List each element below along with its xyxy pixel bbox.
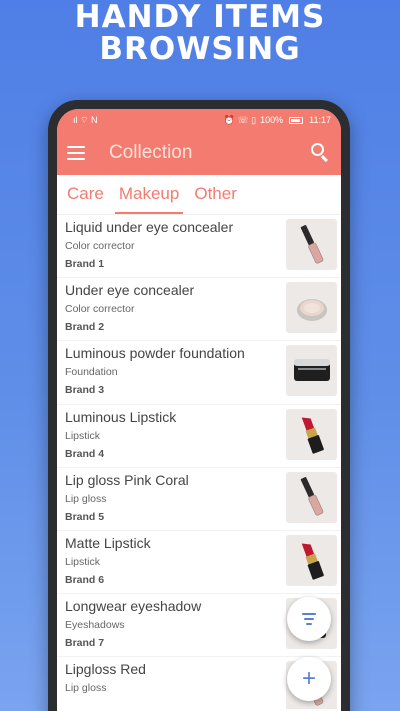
item-brand: Brand 5	[65, 510, 105, 523]
item-text: Luminous Lipstick Lipstick Brand 4	[65, 409, 176, 467]
item-category: Color corrector	[65, 240, 135, 252]
headline-line-2: BROWSING	[99, 31, 301, 67]
item-category: Color corrector	[65, 303, 135, 316]
item-name: Longwear eyeshadow	[65, 598, 202, 615]
item-thumbnail[interactable]	[286, 219, 337, 270]
item-text: Under eye concealer Color corrector Brand …	[65, 282, 194, 340]
item-brand: Brand 2	[65, 321, 105, 334]
item-name: Matte Lipstick	[65, 534, 151, 551]
battery-icon	[289, 116, 304, 124]
item-category: Lipstick	[65, 429, 101, 442]
status-icons: ⏰ ☏ ▯	[223, 114, 257, 125]
item-thumbnail[interactable]	[286, 471, 337, 523]
item-name: Luminous powder foundation	[65, 345, 245, 362]
item-brand: Brand 4	[65, 447, 105, 460]
list-item[interactable]: Luminous Lipstick Lipstick Brand 4	[57, 405, 341, 468]
list-item[interactable]: Matte Lipstick Lipstick Brand 6	[57, 531, 341, 595]
clock: 11:17	[309, 115, 331, 125]
plus-icon: +	[301, 665, 316, 692]
app-bar: Collection	[57, 131, 341, 175]
promo-headline: HANDY ITEMS BROWSING	[0, 2, 400, 66]
phone-frame: ıl ⌔ N ⏰ ☏ ▯ 100% 11:17 Collection Care M…	[48, 100, 350, 711]
item-brand: Brand 1	[65, 258, 105, 270]
item-name: Lip gloss Pink Coral	[65, 471, 189, 488]
battery-percent: 100%	[260, 115, 284, 125]
phone-screen: ıl ⌔ N ⏰ ☏ ▯ 100% 11:17 Collection Care M…	[57, 109, 341, 711]
item-category: Eyeshadows	[65, 619, 125, 632]
tab-care[interactable]: Care	[63, 175, 108, 214]
item-category: Lip gloss	[65, 682, 107, 695]
list-item[interactable]: Lip gloss Pink Coral Lip gloss Brand 5	[57, 468, 341, 531]
item-text: Lipgloss Red Lip gloss	[65, 661, 146, 711]
item-name: Liquid under eye concealer	[65, 219, 234, 235]
item-category: Lip gloss	[65, 492, 107, 505]
app-title: Collection	[109, 142, 193, 163]
item-brand: Brand 6	[65, 573, 105, 586]
item-thumbnail[interactable]	[286, 408, 337, 460]
filter-button[interactable]	[287, 597, 331, 641]
list-item[interactable]: Under eye concealer Color corrector Brand …	[57, 278, 341, 342]
item-name: Under eye concealer	[65, 282, 195, 299]
item-category: Lipstick	[65, 555, 101, 568]
item-text: Liquid under eye concealer Color correcto…	[65, 219, 233, 277]
item-thumbnail[interactable]	[286, 282, 337, 334]
item-brand: Brand 3	[65, 384, 105, 397]
category-tabs: Care Makeup Other	[57, 175, 341, 215]
item-name: Luminous Lipstick	[65, 408, 177, 425]
search-icon[interactable]	[309, 142, 331, 164]
add-item-button[interactable]: +	[287, 657, 331, 701]
item-brand: Brand 7	[65, 637, 105, 650]
item-thumbnail[interactable]	[286, 345, 337, 397]
item-name: Lipgloss Red	[65, 661, 146, 678]
tab-makeup[interactable]: Makeup	[114, 175, 184, 214]
item-text: Matte Lipstick Lipstick Brand 6	[65, 535, 151, 593]
item-text: Luminous powder foundation Foundation Bran…	[65, 345, 245, 403]
status-bar: ıl ⌔ N ⏰ ☏ ▯ 100% 11:17	[57, 109, 341, 131]
item-text: Longwear eyeshadow Eyeshadows Brand 7	[65, 598, 201, 656]
menu-icon[interactable]	[67, 146, 85, 160]
filter-icon	[301, 613, 317, 625]
headline-line-1: HANDY ITEMS	[74, 0, 326, 35]
tab-other[interactable]: Other	[190, 175, 241, 214]
list-item[interactable]: Liquid under eye concealer Color correcto…	[57, 215, 341, 279]
item-category: Foundation	[65, 366, 118, 379]
item-thumbnail[interactable]	[286, 534, 337, 586]
item-text: Lip gloss Pink Coral Lip gloss Brand 5	[65, 472, 189, 530]
list-item[interactable]: Luminous powder foundation Foundation Bran…	[57, 341, 341, 405]
signal-wifi-icon: ıl ⌔ N	[73, 114, 98, 125]
